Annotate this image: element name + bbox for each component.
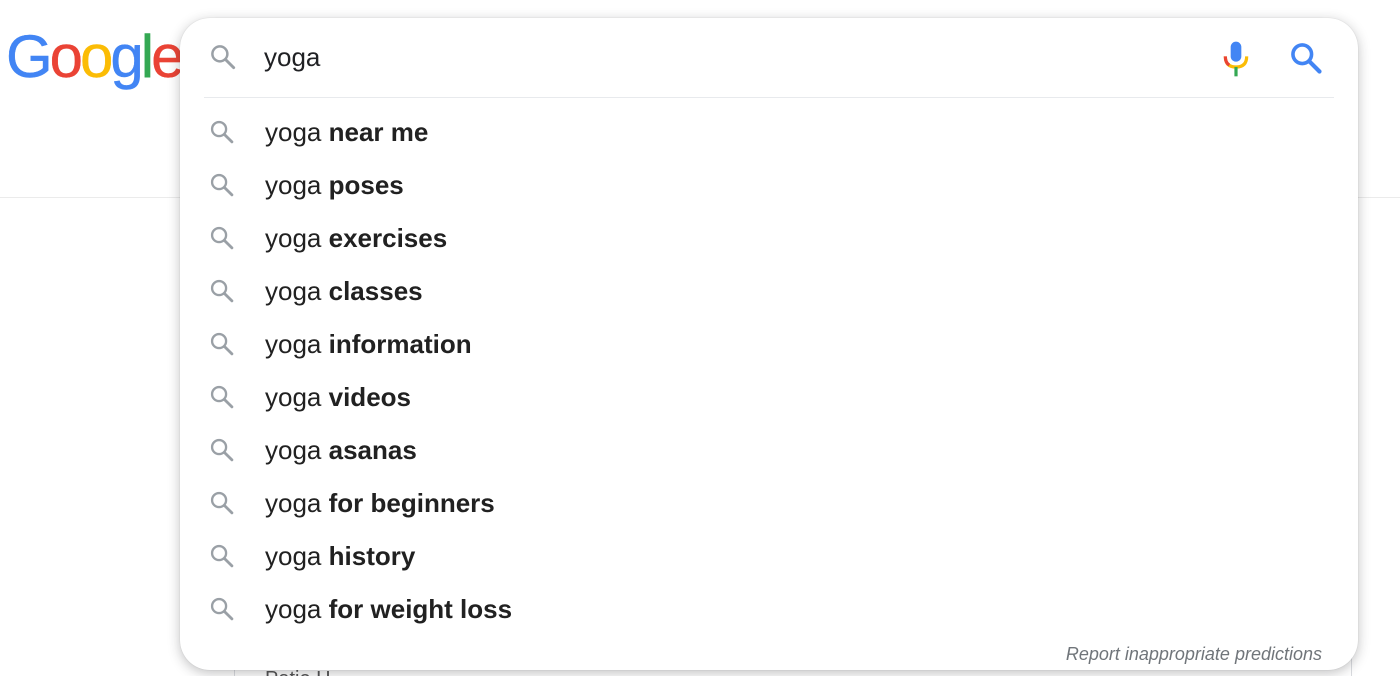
suggestion-text: yoga poses — [265, 169, 404, 201]
suggestion-prefix: yoga — [265, 329, 322, 359]
suggestion-item[interactable]: yoga exercises — [180, 212, 1358, 265]
report-predictions-link[interactable]: Report inappropriate predictions — [1066, 644, 1322, 665]
suggestion-prefix: yoga — [265, 223, 322, 253]
suggestion-prefix: yoga — [265, 117, 322, 147]
suggestion-text: yoga near me — [265, 116, 428, 148]
suggestion-text: yoga videos — [265, 381, 411, 413]
suggestion-item[interactable]: yoga information — [180, 318, 1358, 371]
suggestion-list: yoga near me yoga poses yoga exercises y… — [180, 106, 1358, 636]
suggestion-completion: classes — [328, 276, 423, 306]
suggestion-completion: for beginners — [328, 488, 495, 518]
suggestion-completion: near me — [328, 117, 429, 147]
suggestion-text: yoga exercises — [265, 222, 447, 254]
logo-letter: l — [140, 23, 155, 90]
search-icon — [210, 332, 234, 356]
suggestion-prefix: yoga — [265, 382, 322, 412]
suggestion-item[interactable]: yoga near me — [180, 106, 1358, 159]
search-icon — [210, 279, 234, 303]
search-icon — [210, 173, 234, 197]
suggestion-text: yoga classes — [265, 275, 423, 307]
suggestion-item[interactable]: yoga classes — [180, 265, 1358, 318]
suggestion-item[interactable]: yoga videos — [180, 371, 1358, 424]
suggestion-prefix: yoga — [265, 594, 322, 624]
suggestion-item[interactable]: yoga poses — [180, 159, 1358, 212]
search-submit-button[interactable] — [1288, 40, 1324, 76]
google-logo[interactable]: Google — [6, 22, 185, 92]
search-icon — [210, 491, 234, 515]
suggestion-prefix: yoga — [265, 170, 322, 200]
suggestion-completion: for weight loss — [328, 594, 513, 624]
search-icon — [210, 226, 234, 250]
search-divider — [204, 97, 1334, 98]
suggestion-completion: poses — [328, 170, 404, 200]
suggestion-completion: information — [328, 329, 472, 359]
suggestion-prefix: yoga — [265, 488, 322, 518]
search-input[interactable] — [264, 38, 1164, 76]
search-icon — [210, 544, 234, 568]
suggestion-item[interactable]: yoga asanas — [180, 424, 1358, 477]
microphone-icon[interactable] — [1220, 40, 1252, 78]
suggestion-prefix: yoga — [265, 276, 322, 306]
logo-letter: o — [80, 23, 114, 90]
suggestion-text: yoga history — [265, 540, 415, 572]
suggestion-prefix: yoga — [265, 435, 322, 465]
suggestion-text: yoga information — [265, 328, 472, 360]
search-icon — [210, 385, 234, 409]
logo-letter: g — [110, 23, 144, 90]
logo-letter: e — [151, 23, 185, 90]
suggestion-item[interactable]: yoga for weight loss — [180, 583, 1358, 636]
suggestion-completion: videos — [328, 382, 411, 412]
suggestion-text: yoga for weight loss — [265, 593, 512, 625]
search-icon — [210, 120, 234, 144]
suggestion-text: yoga for beginners — [265, 487, 495, 519]
suggestion-completion: exercises — [328, 223, 448, 253]
search-icon — [210, 438, 234, 462]
suggestion-completion: asanas — [328, 435, 417, 465]
logo-letter: o — [49, 23, 83, 90]
search-autocomplete-dropdown: yoga near me yoga poses yoga exercises y… — [180, 18, 1358, 670]
suggestion-item[interactable]: yoga for beginners — [180, 477, 1358, 530]
suggestion-prefix: yoga — [265, 541, 322, 571]
google-search-page: Google Patie H — [0, 0, 1400, 676]
suggestion-text: yoga asanas — [265, 434, 417, 466]
suggestion-item[interactable]: yoga history — [180, 530, 1358, 583]
search-box — [180, 18, 1358, 98]
search-icon — [211, 45, 236, 70]
suggestion-completion: history — [328, 541, 416, 571]
logo-letter: G — [6, 23, 53, 90]
search-icon — [210, 597, 234, 621]
